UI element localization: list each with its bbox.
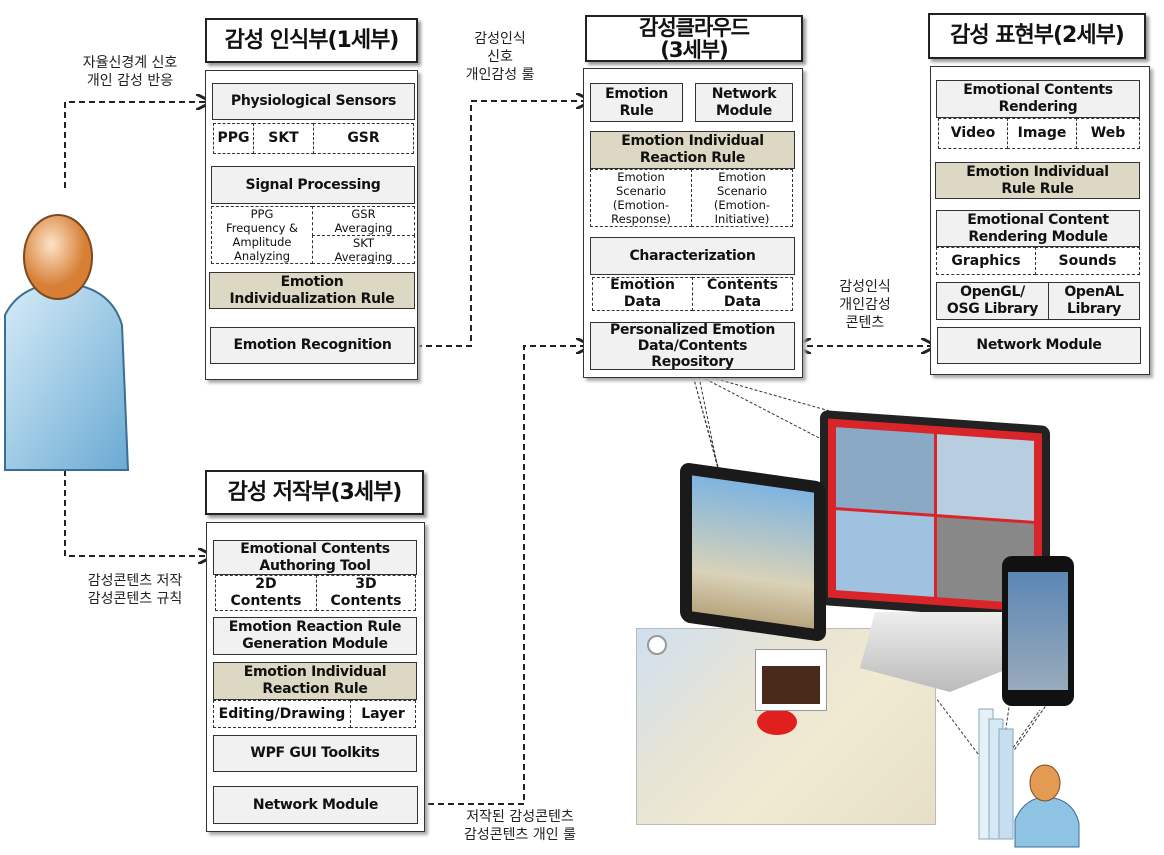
label-user-to-authoring: 감성콘텐츠 저작 감성콘텐츠 규칙 — [87, 573, 183, 607]
heatmap-marker — [757, 709, 797, 735]
user-avatar-icon — [4, 214, 130, 471]
sensor-gsr: GSR — [313, 123, 414, 154]
recognition-title: 감성 인식부(1세부) — [205, 18, 418, 63]
emotion-data-box: Emotion Data — [592, 277, 693, 311]
label-cloud-to-expression: 감성인식 개인감성 콘텐츠 — [839, 279, 891, 331]
sounds-box: Sounds — [1035, 247, 1140, 275]
graphics-box: Graphics — [936, 247, 1036, 275]
expression-individual-rule-box: Emotion Individual Rule Rule — [935, 162, 1140, 199]
sensor-ppg: PPG — [213, 123, 254, 154]
physiological-sensors-box: Physiological Sensors — [212, 83, 415, 120]
contents-2d-box: 2D Contents — [215, 575, 317, 611]
individualization-rule-box: Emotion Individualization Rule — [209, 272, 415, 309]
media-image: Image — [1007, 118, 1077, 149]
cloud-title: 감성클라우드 (3세부) — [585, 15, 803, 62]
authoring-network-module-box: Network Module — [213, 786, 418, 824]
authoring-title: 감성 저작부(3세부) — [205, 470, 424, 515]
cloud-network-module-box: Network Module — [695, 83, 793, 122]
tablet-image — [680, 461, 826, 643]
authoring-tool-box: Emotional Contents Authoring Tool — [213, 540, 417, 575]
expression-network-module-box: Network Module — [937, 327, 1141, 364]
emotion-rule-box: Emotion Rule — [590, 83, 683, 122]
label-user-to-recognition: 자율신경계 신호 개인 감성 반응 — [82, 55, 178, 89]
individual-reaction-rule-box: Emotion Individual Reaction Rule — [213, 662, 417, 700]
media-video: Video — [938, 118, 1008, 149]
contents-rendering-box: Emotional Contents Rendering — [936, 80, 1140, 118]
expression-title: 감성 표현부(2세부) — [928, 13, 1146, 59]
rule-generation-box: Emotion Reaction Rule Generation Module — [213, 617, 417, 655]
openal-box: OpenAL Library — [1048, 282, 1140, 320]
media-web: Web — [1076, 118, 1140, 149]
users-group-icon — [978, 708, 1080, 848]
ppg-analyzing-box: PPG Frequency & Amplitude Analyzing — [211, 206, 313, 264]
arrow-recognition-to-cloud — [416, 101, 590, 347]
scenario-response-box: Emotion Scenario (Emotion- Response) — [590, 169, 692, 227]
sensor-skt: SKT — [253, 123, 314, 154]
label-recognition-to-cloud: 감성인식 신호 개인감성 룰 — [465, 31, 535, 83]
characterization-box: Characterization — [590, 237, 795, 275]
emotion-recognition-box: Emotion Recognition — [210, 327, 415, 364]
skt-averaging-box: SKT Averaging — [312, 235, 415, 264]
layer-box: Layer — [350, 700, 416, 728]
cloud-individual-reaction-rule-box: Emotion Individual Reaction Rule — [590, 131, 795, 169]
contents-3d-box: 3D Contents — [316, 575, 416, 611]
opengl-box: OpenGL/ OSG Library — [936, 282, 1049, 320]
map-popup — [755, 649, 827, 711]
rendering-module-box: Emotional Content Rendering Module — [936, 210, 1140, 247]
signal-processing-box: Signal Processing — [211, 166, 415, 204]
phone-image — [1002, 556, 1074, 706]
arrow-user-to-recognition — [64, 102, 210, 188]
label-authoring-to-cloud: 저작된 감성콘텐츠 감성콘텐츠 개인 룰 — [464, 809, 576, 843]
gsr-averaging-box: GSR Averaging — [312, 206, 415, 236]
editing-drawing-box: Editing/Drawing — [213, 700, 351, 728]
map-pan-control-icon — [647, 635, 667, 655]
contents-data-box: Contents Data — [692, 277, 793, 311]
arrow-authoring-to-cloud — [418, 346, 590, 805]
wpf-toolkits-box: WPF GUI Toolkits — [213, 735, 417, 772]
repository-box: Personalized Emotion Data/Contents Repos… — [590, 322, 795, 370]
scenario-initiative-box: Emotion Scenario (Emotion- Initiative) — [691, 169, 793, 227]
